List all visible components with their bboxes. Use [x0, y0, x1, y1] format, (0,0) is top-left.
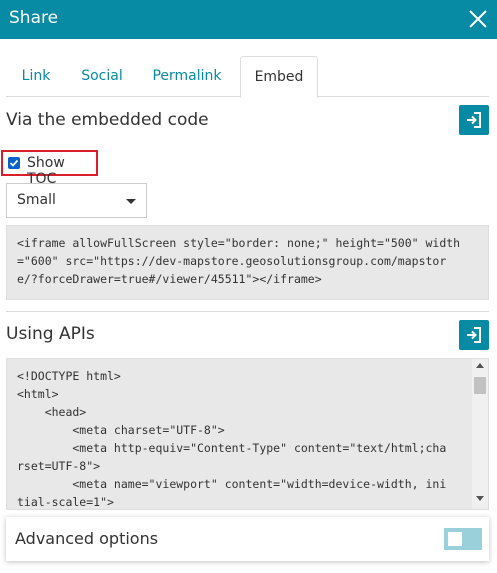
code-line: rset=UTF-8">: [17, 459, 101, 473]
advanced-options-panel: Advanced options: [6, 517, 489, 561]
show-toc-checkbox[interactable]: [8, 157, 20, 169]
copy-api-code-button[interactable]: [459, 320, 489, 350]
advanced-options-label: Advanced options: [15, 529, 159, 548]
code-line: ="600" src="https://dev-mapstore.geosolu…: [17, 254, 447, 268]
close-icon[interactable]: [467, 8, 489, 30]
toggle-knob: [448, 532, 462, 546]
checkmark-icon: [9, 159, 19, 167]
size-select[interactable]: Small: [6, 183, 147, 218]
code-line: e/?forceDrawer=true#/viewer/45511"></ifr…: [17, 272, 322, 286]
api-code-scrollbar[interactable]: [472, 359, 488, 509]
code-line: tial-scale=1">: [17, 495, 114, 509]
scrollbar-thumb[interactable]: [474, 377, 486, 394]
code-line: <head>: [17, 405, 87, 419]
code-line: <!DOCTYPE html>: [17, 369, 121, 383]
api-section-title: Using APIs: [6, 324, 95, 344]
embed-section-title: Via the embedded code: [6, 110, 209, 130]
scroll-up-arrow-icon[interactable]: [476, 363, 484, 368]
share-tabs: Link Social Permalink Embed: [6, 56, 489, 98]
chevron-down-icon: [126, 199, 136, 204]
tab-social[interactable]: Social: [70, 56, 134, 97]
code-line: <meta charset="UTF-8">: [17, 423, 225, 437]
scroll-down-arrow-icon[interactable]: [476, 496, 484, 501]
code-line: <iframe allowFullScreen style="border: n…: [17, 236, 461, 250]
dialog-header: Share: [0, 0, 497, 39]
size-select-value: Small: [17, 192, 56, 208]
code-line: <meta name="viewport" content="width=dev…: [17, 477, 447, 491]
show-toc-checkbox-highlight: Show TOC: [1, 150, 98, 187]
tab-link[interactable]: Link: [10, 56, 62, 97]
advanced-options-toggle[interactable]: [444, 528, 482, 550]
copy-embed-button[interactable]: [459, 105, 489, 135]
tab-permalink[interactable]: Permalink: [142, 56, 232, 97]
code-line: <meta http-equiv="Content-Type" content=…: [17, 441, 447, 455]
api-code-block[interactable]: <!DOCTYPE html> <html> <head> <meta chars…: [6, 358, 489, 510]
section-divider: [6, 311, 489, 312]
embed-code-block[interactable]: <iframe allowFullScreen style="border: n…: [6, 225, 489, 300]
code-line: <html>: [17, 387, 59, 401]
copy-to-clipboard-icon: [467, 327, 481, 343]
copy-to-clipboard-icon: [467, 112, 481, 128]
dialog-title: Share: [9, 8, 59, 28]
tab-embed[interactable]: Embed: [240, 56, 318, 98]
